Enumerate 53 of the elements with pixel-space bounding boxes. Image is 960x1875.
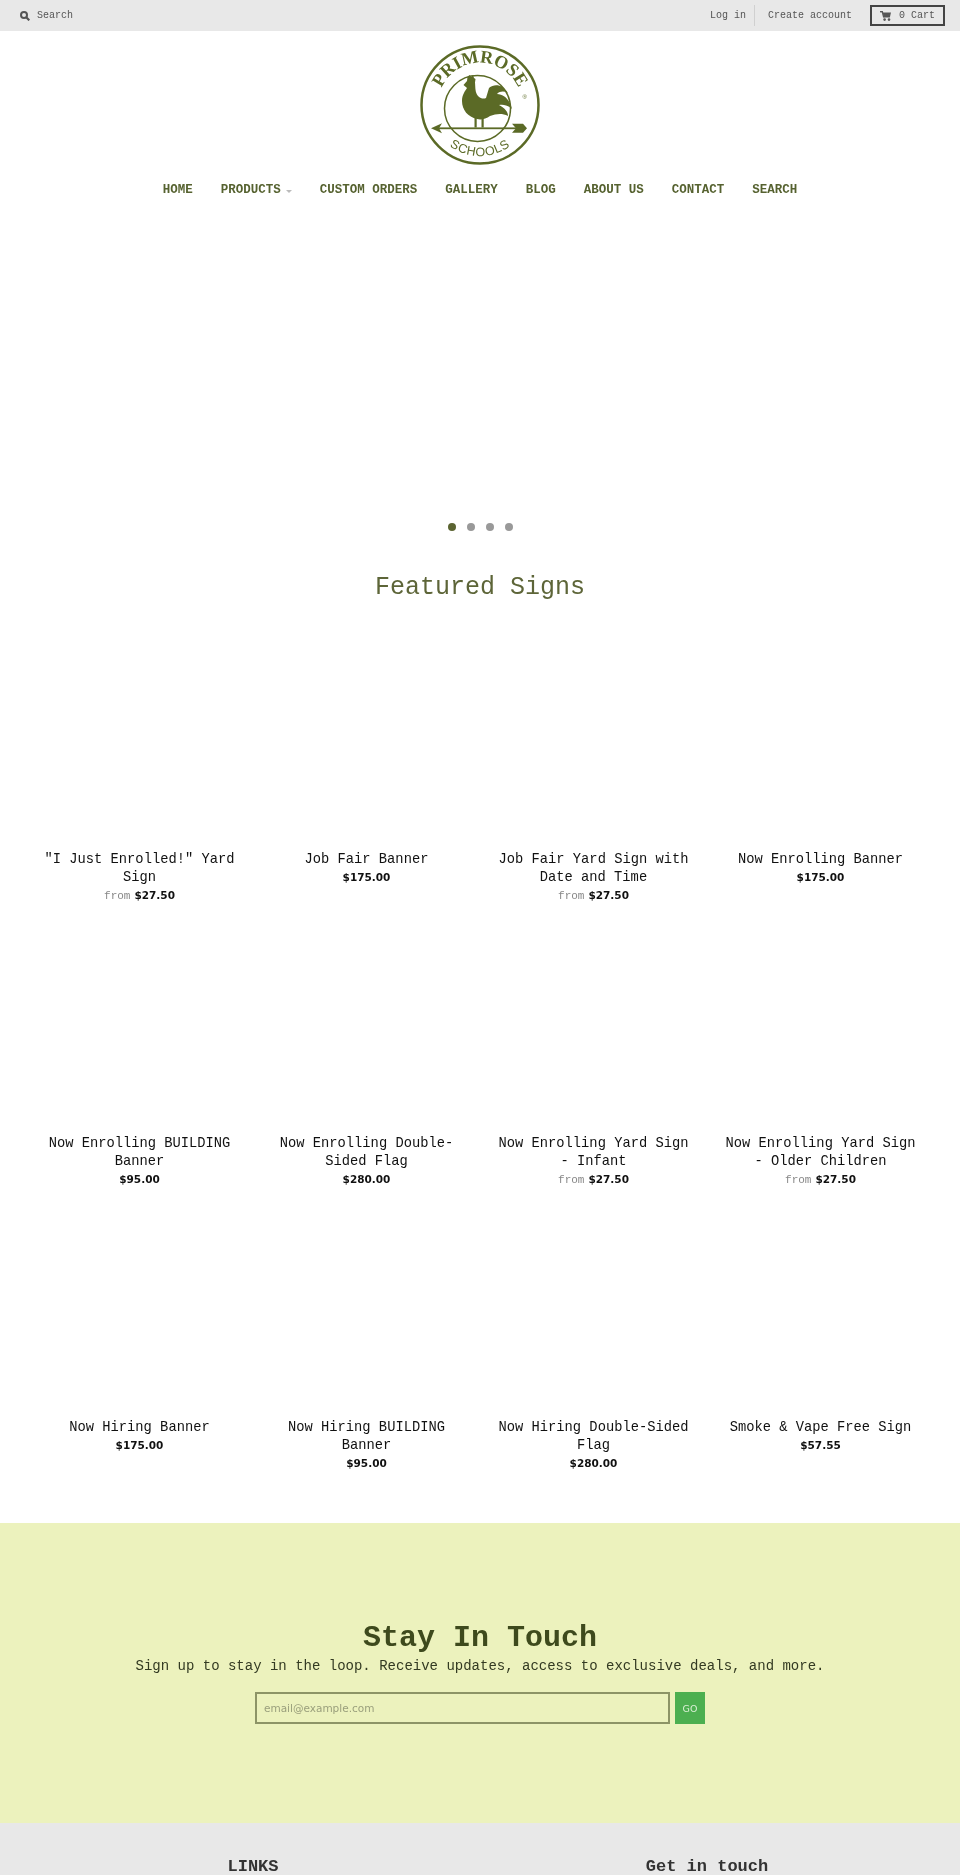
menu-link[interactable]: GALLERY: [445, 182, 498, 198]
footer-heading: LINKS: [226, 1858, 280, 1875]
slide-dot[interactable]: [447, 523, 456, 531]
product-price: $27.50: [588, 889, 629, 901]
product-price: $95.00: [346, 1457, 387, 1469]
menu-link[interactable]: CONTACT: [671, 182, 725, 198]
product-title[interactable]: "I Just Enrolled!" Yard Sign: [39, 851, 240, 887]
product-price: $175.00: [796, 871, 845, 883]
menu-link[interactable]: ABOUT US: [583, 182, 644, 198]
product-price: $27.50: [134, 889, 175, 901]
product-title[interactable]: Smoke & Vape Free Sign: [720, 1419, 921, 1437]
product-title[interactable]: Now Enrolling BUILDING Banner: [39, 1135, 240, 1171]
search-field[interactable]: Search: [37, 8, 147, 23]
newsletter-description: Sign up to stay in the loop. Receive updates, access to exclusive deals, and more.: [134, 1657, 826, 1676]
product-price: $175.00: [342, 871, 391, 883]
cart-button[interactable]: 0 Cart: [870, 5, 945, 26]
product-price: $280.00: [342, 1173, 391, 1185]
price-prefix: from: [104, 890, 131, 902]
section-heading: Featured Signs: [373, 573, 586, 603]
menu-link[interactable]: PRODUCTS: [220, 182, 292, 198]
product-price: $280.00: [569, 1457, 618, 1469]
slide-dot[interactable]: [504, 523, 513, 531]
slide-dot[interactable]: [466, 523, 475, 531]
top-bar-link[interactable]: Create account: [767, 8, 852, 23]
logo-subtitle: SCHOOLS: [447, 136, 513, 160]
product-title[interactable]: Now Enrolling Yard Sign - Infant: [493, 1135, 694, 1171]
product-title[interactable]: Job Fair Yard Sign with Date and Time: [493, 851, 694, 887]
product-price: $27.50: [588, 1173, 629, 1185]
product-price: $27.50: [815, 1173, 856, 1185]
footer-heading: Get in touch: [644, 1858, 770, 1875]
product-title[interactable]: Now Enrolling Yard Sign - Older Children: [720, 1135, 921, 1171]
menu-link[interactable]: BLOG: [525, 182, 556, 198]
slide-dot[interactable]: [485, 523, 494, 531]
email-field[interactable]: email@example.com: [255, 1692, 670, 1724]
price-prefix: from: [558, 890, 585, 902]
product-price: $175.00: [115, 1439, 164, 1451]
product-price: $57.55: [800, 1439, 841, 1451]
menu-link[interactable]: HOME: [162, 182, 193, 198]
product-title[interactable]: Now Hiring BUILDING Banner: [266, 1419, 467, 1455]
product-title[interactable]: Now Enrolling Banner: [720, 851, 921, 869]
product-title[interactable]: Job Fair Banner: [266, 851, 467, 869]
product-price: $95.00: [119, 1173, 160, 1185]
cart-icon: [880, 11, 891, 21]
menu-link[interactable]: CUSTOM ORDERS: [319, 182, 418, 198]
menu-link[interactable]: SEARCH: [752, 182, 798, 198]
top-bar-link[interactable]: Log in: [709, 8, 746, 23]
product-title[interactable]: Now Hiring Double-Sided Flag: [493, 1419, 694, 1455]
price-prefix: from: [558, 1174, 585, 1186]
search-icon: [20, 10, 30, 21]
price-prefix: from: [785, 1174, 812, 1186]
newsletter-heading: Stay In Touch: [361, 1620, 598, 1656]
product-title[interactable]: Now Enrolling Double-Sided Flag: [266, 1135, 467, 1171]
product-title[interactable]: Now Hiring Banner: [39, 1419, 240, 1437]
